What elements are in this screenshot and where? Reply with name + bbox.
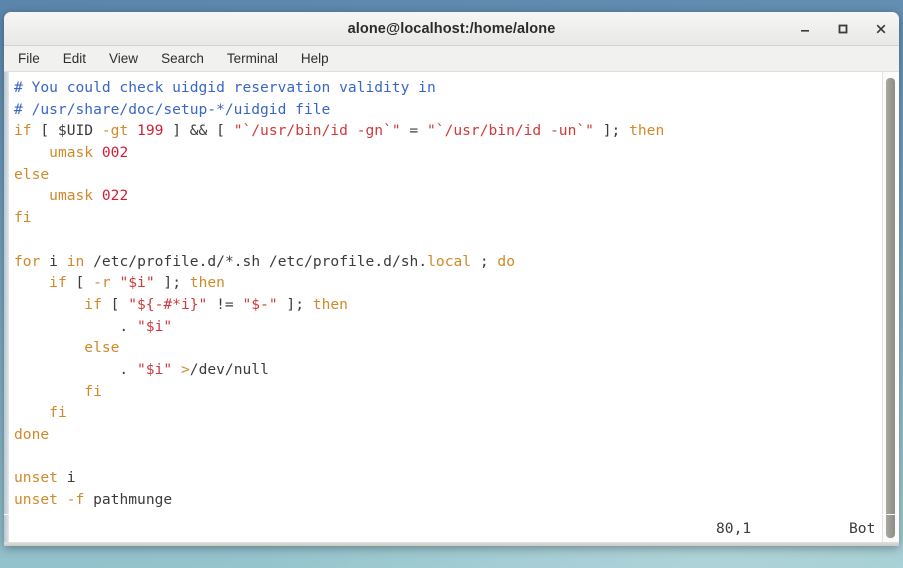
code-lines-container: # You could check uidgid reservation val…	[9, 77, 882, 514]
menu-item-view[interactable]: View	[107, 50, 140, 67]
maximize-icon[interactable]	[835, 21, 851, 37]
status-scrollbar-segment[interactable]	[882, 515, 899, 542]
code-line: unset -f pathmunge	[14, 491, 173, 509]
cursor-position-indicator: 80,1	[716, 520, 752, 537]
editor-text-area[interactable]: # You could check uidgid reservation val…	[9, 72, 882, 514]
code-line: fi	[84, 382, 102, 400]
menu-item-edit[interactable]: Edit	[61, 50, 88, 67]
code-line: # You could check uidgid reservation val…	[14, 79, 436, 96]
code-line: done	[14, 426, 50, 443]
code-line: . "$i" >/dev/null	[14, 360, 269, 378]
menu-bar: File Edit View Search Terminal Help	[4, 46, 899, 72]
window-controls	[797, 21, 889, 37]
code-line: # /usr/share/doc/setup-*/uidgid file	[14, 100, 331, 118]
window-bottom-edge	[4, 542, 899, 546]
menu-item-search[interactable]: Search	[159, 50, 206, 67]
code-line: fi	[14, 209, 32, 227]
terminal-window: alone@localhost:/home/alone File Edit Vi…	[4, 12, 899, 546]
terminal-content-area[interactable]: # You could check uidgid reservation val…	[4, 72, 899, 514]
code-line: if [ $UID -gt 199 ] && [ "`/usr/bin/id -…	[14, 122, 665, 140]
menu-item-file[interactable]: File	[16, 50, 42, 67]
minimize-icon[interactable]	[797, 21, 813, 37]
close-icon[interactable]	[873, 21, 889, 37]
scrollbar-thumb[interactable]	[886, 78, 895, 514]
code-line: unset i	[14, 469, 76, 487]
menu-item-help[interactable]: Help	[299, 50, 331, 67]
window-title: alone@localhost:/home/alone	[347, 20, 556, 37]
menu-item-terminal[interactable]: Terminal	[225, 50, 280, 67]
code-line: else	[14, 165, 50, 183]
status-left-gutter	[4, 515, 9, 542]
code-line: else	[84, 339, 120, 357]
title-bar[interactable]: alone@localhost:/home/alone	[4, 12, 899, 46]
code-line: if [ "${-#*i}" != "$-" ]; then	[84, 295, 348, 313]
code-line: fi	[49, 404, 67, 422]
vim-status-line: 80,1 Bot	[4, 514, 899, 542]
code-line: umask 022	[49, 187, 129, 205]
scroll-position-indicator: Bot	[849, 520, 876, 537]
vertical-scrollbar[interactable]	[882, 72, 899, 514]
code-line: for i in /etc/profile.d/*.sh /etc/profil…	[14, 252, 515, 270]
code-line: if [ -r "$i" ]; then	[49, 274, 225, 292]
code-line: umask 002	[49, 144, 129, 162]
code-line: . "$i"	[14, 317, 173, 335]
